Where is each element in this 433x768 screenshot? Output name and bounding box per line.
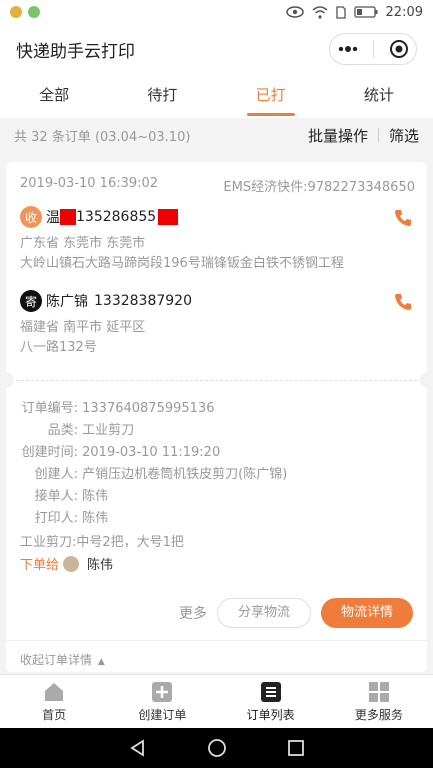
list-toolbar: 共 32 条订单 (03.04~03.10) 批量操作 筛选	[0, 118, 433, 152]
order-datetime: 2019-03-10 16:39:02	[20, 176, 159, 191]
receiver-address: 广东省 东莞市 东莞市 大岭山镇石大路马蹄岗段196号瑞锋钣金白铁不锈钢工程	[20, 234, 344, 274]
info-order-number: 订单编号: 1337640875995136	[21, 401, 215, 416]
sender-region: 福建省 南平市 延平区	[20, 320, 146, 335]
sender-address: 福建省 南平市 延平区 八一路132号	[20, 318, 145, 358]
tabbar-create-order[interactable]: 创建订单	[108, 675, 216, 728]
recents-icon[interactable]	[287, 739, 305, 757]
assignee-name: 陈伟	[87, 558, 114, 573]
assigned-to: 下单给 陈伟	[20, 554, 113, 573]
info-creator: 创建人: 产销压边机卷筒机铁皮剪刀(陈广锦)	[34, 467, 288, 482]
order-tabs: 全部 待打 已打 统计	[0, 74, 433, 118]
bottom-tab-bar: 首页 创建订单 订单列表 更多服务	[0, 674, 433, 728]
battery-icon	[353, 6, 378, 18]
more-icon[interactable]	[338, 46, 358, 52]
batch-operation-button[interactable]: 批量操作	[308, 125, 368, 146]
order-count: 共 32 条订单 (03.04~03.10)	[14, 129, 191, 145]
receiver-name: 温	[46, 210, 60, 226]
redaction-mark	[60, 209, 76, 225]
tabbar-more-services[interactable]: 更多服务	[325, 675, 433, 728]
tabbar-home[interactable]: 首页	[0, 675, 108, 728]
receiver-region: 广东省 东莞市 东莞市	[20, 236, 146, 251]
app-notification-icon	[10, 6, 22, 18]
info-printer: 打印人: 陈伟	[34, 511, 109, 526]
avatar	[63, 555, 80, 572]
order-info: 订单编号: 1337640875995136 品类: 工业剪刀 创建时间: 20…	[20, 398, 287, 554]
sender-row: 寄 陈广锦 13328387920	[20, 290, 192, 312]
plus-icon	[152, 681, 173, 702]
tracking-number: EMS经济快件:9782273348650	[223, 180, 415, 195]
call-sender-icon[interactable]	[393, 292, 413, 312]
more-button[interactable]: 更多	[179, 603, 207, 623]
order-card: 2019-03-10 16:39:02 EMS经济快件:978227334865…	[0, 162, 433, 672]
receiver-detail-address: 大岭山镇石大路马蹄岗段196号瑞锋钣金白铁不锈钢工程	[20, 256, 344, 271]
tabbar-order-list[interactable]: 订单列表	[217, 675, 325, 728]
ticket-notch	[420, 372, 433, 388]
grid-icon	[368, 681, 389, 702]
info-created-time: 创建时间: 2019-03-10 11:19:20	[21, 445, 221, 460]
status-bar: 22:09	[0, 0, 433, 24]
receiver-phone: 135286855	[76, 209, 157, 225]
order-note: 工业剪刀:中号2把，大号1把	[20, 535, 184, 550]
receiver-row: 收 温 135286855	[20, 206, 179, 228]
redaction-mark	[158, 209, 179, 225]
home-circle-icon[interactable]	[207, 738, 227, 758]
sender-phone: 13328387920	[94, 293, 192, 309]
close-target-icon[interactable]	[389, 39, 409, 59]
info-category: 品类: 工业剪刀	[47, 423, 135, 438]
info-receiver-staff: 接单人: 陈伟	[34, 489, 109, 504]
call-receiver-icon[interactable]	[393, 208, 413, 228]
sender-detail-address: 八一路132号	[20, 340, 97, 355]
assign-label: 下单给	[20, 558, 60, 573]
logistics-detail-button[interactable]: 物流详情	[320, 598, 413, 628]
tab-statistics[interactable]: 统计	[325, 74, 433, 118]
dashed-divider	[16, 380, 417, 381]
filter-button[interactable]: 筛选	[389, 125, 419, 146]
card-actions: 更多 分享物流 物流详情	[179, 598, 413, 628]
sender-badge: 寄	[20, 290, 42, 312]
android-nav-bar	[0, 728, 433, 768]
home-icon	[45, 682, 64, 701]
list-icon	[260, 681, 281, 702]
wifi-icon	[312, 5, 328, 19]
eye-icon	[285, 6, 304, 18]
caret-up-icon: ▲	[97, 657, 105, 667]
collapse-order-details[interactable]: 收起订单详情 ▲	[6, 640, 427, 678]
app-notification-icon	[28, 6, 40, 18]
tab-pending-print[interactable]: 待打	[108, 74, 216, 118]
clock: 22:09	[385, 4, 423, 20]
sender-name: 陈广锦	[46, 294, 88, 310]
app-header: 快递助手云打印	[0, 24, 433, 74]
sim-icon	[335, 5, 346, 19]
share-logistics-button[interactable]: 分享物流	[216, 598, 311, 628]
page-title: 快递助手云打印	[16, 41, 135, 62]
back-icon[interactable]	[129, 739, 147, 757]
order-meta: 2019-03-10 16:39:02 EMS经济快件:978227334865…	[20, 176, 415, 195]
ticket-notch	[0, 372, 13, 388]
receiver-badge: 收	[20, 206, 42, 228]
tab-printed[interactable]: 已打	[217, 74, 325, 118]
mini-program-capsule	[329, 33, 417, 65]
tab-all[interactable]: 全部	[0, 74, 108, 118]
